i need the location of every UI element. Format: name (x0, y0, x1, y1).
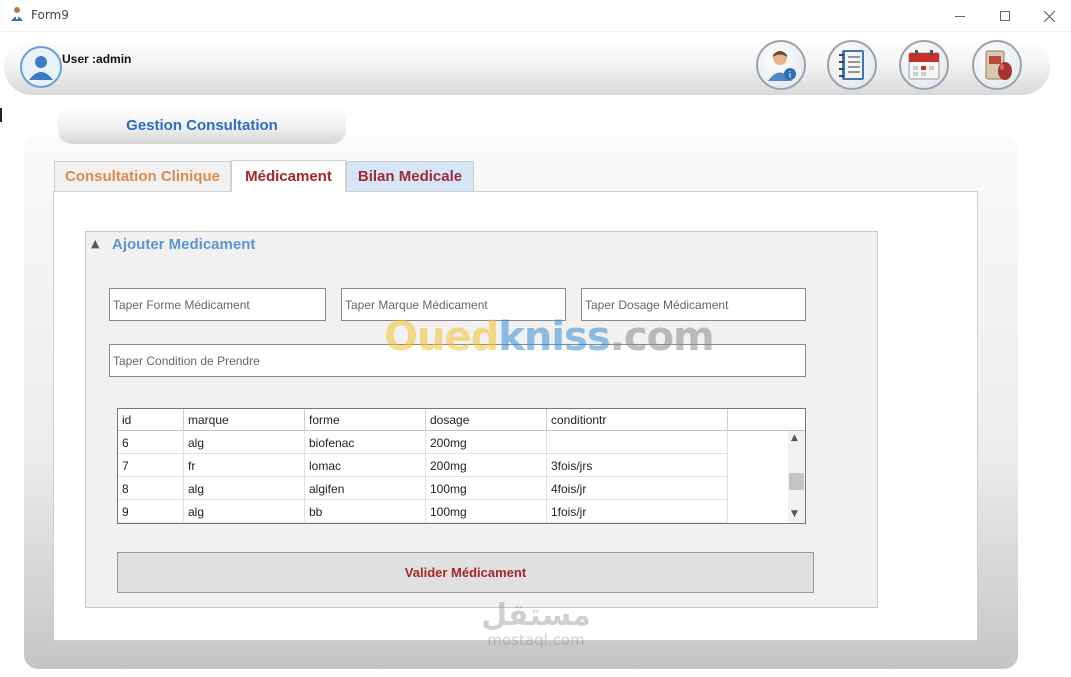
table-row[interactable]: 6 alg biofenac 200mg (118, 431, 728, 454)
forme-input[interactable] (109, 288, 326, 321)
chevron-up-icon[interactable]: ▲ (91, 237, 99, 250)
edge-marker (0, 108, 2, 122)
doctor-info-button[interactable]: i (756, 40, 806, 90)
table-row[interactable]: 8 alg algifen 100mg 4fois/jr (118, 477, 728, 500)
cell-dosage[interactable]: 200mg (426, 431, 547, 454)
cell-id[interactable]: 6 (118, 431, 184, 454)
cell-dosage[interactable]: 200mg (426, 454, 547, 477)
minimize-icon (955, 15, 965, 17)
cell-id[interactable]: 7 (118, 454, 184, 477)
svg-text:i: i (789, 71, 792, 81)
user-label: User :admin (62, 52, 132, 66)
grid-vertical-scrollbar[interactable]: ▲ ▼ (788, 431, 805, 523)
cell-forme[interactable]: algifen (305, 477, 426, 500)
minimize-button[interactable] (938, 4, 982, 28)
column-header-marque[interactable]: marque (184, 409, 305, 431)
cell-conditiontr[interactable]: 4fois/jr (547, 477, 728, 500)
cell-dosage[interactable]: 100mg (426, 477, 547, 500)
medicament-grid[interactable]: id marque forme dosage conditiontr 6 alg… (117, 408, 806, 524)
column-header-filler (728, 409, 805, 431)
group-title: Ajouter Medicament (112, 236, 256, 253)
cell-marque[interactable]: alg (184, 500, 305, 523)
user-icon (29, 56, 53, 80)
cell-marque[interactable]: alg (184, 477, 305, 500)
grid-header: id marque forme dosage conditiontr (118, 409, 805, 431)
close-icon (1043, 10, 1055, 22)
window-titlebar: Form9 (0, 0, 1071, 32)
mostaql-watermark-latin: mostaql.com (487, 631, 585, 649)
notebook-button[interactable] (827, 40, 877, 90)
window-title: Form9 (31, 8, 69, 22)
scroll-up-icon[interactable]: ▲ (791, 433, 798, 443)
cell-forme[interactable]: biofenac (305, 431, 426, 454)
ouedkniss-watermark: Ouedkniss.com (384, 314, 715, 360)
cell-id[interactable]: 8 (118, 477, 184, 500)
app-header: User :admin i (4, 38, 1050, 95)
info-icon: i (768, 51, 796, 81)
column-header-forme[interactable]: forme (305, 409, 426, 431)
cell-conditiontr[interactable] (547, 431, 728, 454)
medicine-button[interactable] (972, 40, 1022, 90)
calendar-button[interactable] (899, 40, 949, 90)
tab-medicament[interactable]: Médicament (231, 160, 346, 192)
user-avatar (20, 46, 62, 88)
cell-forme[interactable]: lomac (305, 454, 426, 477)
cell-id[interactable]: 9 (118, 500, 184, 523)
scroll-down-icon[interactable]: ▼ (791, 509, 798, 519)
cell-forme[interactable]: bb (305, 500, 426, 523)
table-row[interactable]: 9 alg bb 100mg 1fois/jr (118, 500, 728, 523)
column-header-conditiontr[interactable]: conditiontr (547, 409, 728, 431)
cell-conditiontr[interactable]: 1fois/jr (547, 500, 728, 523)
tab-bilan-medicale[interactable]: Bilan Medicale (346, 161, 474, 192)
cell-marque[interactable]: fr (184, 454, 305, 477)
cell-conditiontr[interactable]: 3fois/jrs (547, 454, 728, 477)
tab-consultation-clinique[interactable]: Consultation Clinique (54, 161, 231, 192)
cell-marque[interactable]: alg (184, 431, 305, 454)
table-row[interactable]: 7 fr lomac 200mg 3fois/jrs (118, 454, 728, 477)
notebook-icon (839, 50, 864, 80)
maximize-icon (1000, 11, 1010, 21)
validate-medicament-button[interactable]: Valider Médicament (117, 552, 814, 593)
column-header-dosage[interactable]: dosage (426, 409, 547, 431)
maximize-button[interactable] (983, 4, 1027, 28)
scroll-thumb[interactable] (789, 473, 804, 490)
section-title: Gestion Consultation (58, 106, 346, 144)
mostaql-watermark-arabic: مستقل (481, 598, 591, 633)
calendar-icon (908, 50, 940, 80)
mostaql-watermark: مستقل mostaql.com (466, 598, 606, 649)
cell-dosage[interactable]: 100mg (426, 500, 547, 523)
column-header-id[interactable]: id (118, 409, 184, 431)
close-button[interactable] (1027, 4, 1071, 28)
doctor-app-icon (11, 7, 23, 21)
medicine-icon (985, 50, 1012, 80)
